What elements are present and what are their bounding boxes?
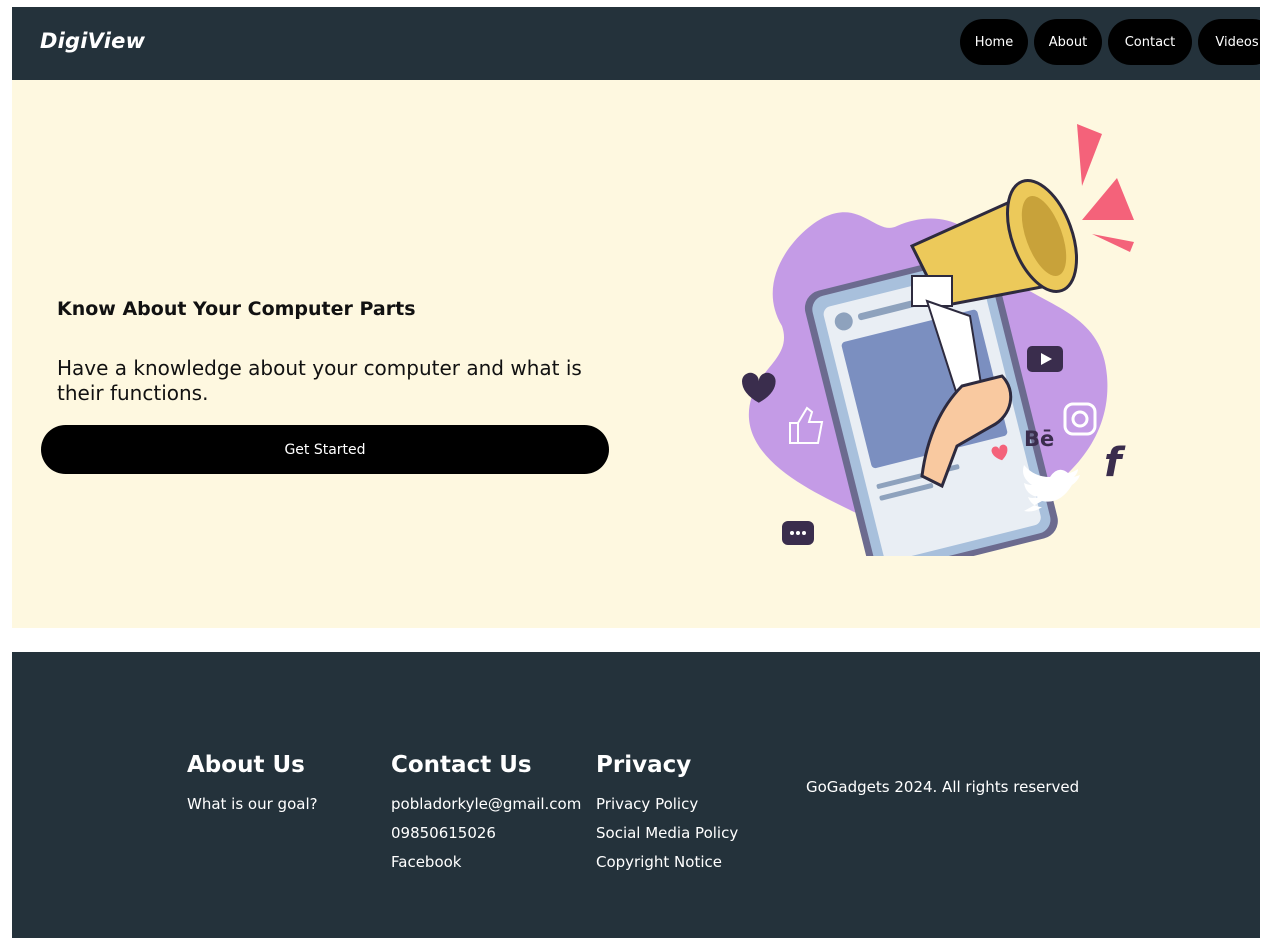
get-started-button[interactable]: Get Started	[41, 425, 609, 474]
footer-link-goal[interactable]: What is our goal?	[187, 790, 318, 819]
hero-title: Know About Your Computer Parts	[57, 298, 416, 320]
footer: About Us What is our goal? Contact Us po…	[12, 652, 1260, 938]
hero-illustration: Bē f	[742, 124, 1134, 556]
footer-link-privacy-policy[interactable]: Privacy Policy	[596, 790, 738, 819]
navbar: DigiView Home About Contact Videos	[12, 7, 1260, 80]
nav-links: Home About Contact Videos	[960, 19, 1260, 65]
hero-description: Have a knowledge about your computer and…	[57, 356, 582, 405]
footer-link-social-media-policy[interactable]: Social Media Policy	[596, 819, 738, 848]
nav-about-button[interactable]: About	[1034, 19, 1102, 65]
footer-privacy-heading: Privacy	[596, 752, 692, 778]
ray-shape-2	[1082, 178, 1134, 220]
footer-link-email[interactable]: pobladorkyle@gmail.com	[391, 790, 581, 819]
behance-icon: Bē	[1024, 427, 1054, 451]
nav-videos-button[interactable]: Videos	[1198, 19, 1260, 65]
footer-about-column: About Us What is our goal?	[187, 752, 318, 819]
footer-contact-column: Contact Us pobladorkyle@gmail.com 098506…	[391, 752, 581, 877]
copyright-text: GoGadgets 2024. All rights reserved	[806, 778, 1080, 796]
ray-shape-3	[1092, 234, 1134, 252]
footer-about-heading: About Us	[187, 752, 305, 778]
site-logo[interactable]: DigiView	[40, 29, 145, 53]
nav-contact-button[interactable]: Contact	[1108, 19, 1192, 65]
nav-home-button[interactable]: Home	[960, 19, 1028, 65]
footer-link-copyright-notice[interactable]: Copyright Notice	[596, 848, 738, 877]
footer-link-facebook[interactable]: Facebook	[391, 848, 581, 877]
youtube-icon	[1027, 346, 1063, 372]
ray-shape-1	[1077, 124, 1102, 186]
footer-privacy-column: Privacy Privacy Policy Social Media Poli…	[596, 752, 738, 877]
footer-link-phone[interactable]: 09850615026	[391, 819, 581, 848]
footer-contact-heading: Contact Us	[391, 752, 532, 778]
hero-section: Know About Your Computer Parts Have a kn…	[12, 80, 1260, 628]
facebook-icon: f	[1104, 440, 1126, 486]
chat-icon	[782, 521, 814, 545]
